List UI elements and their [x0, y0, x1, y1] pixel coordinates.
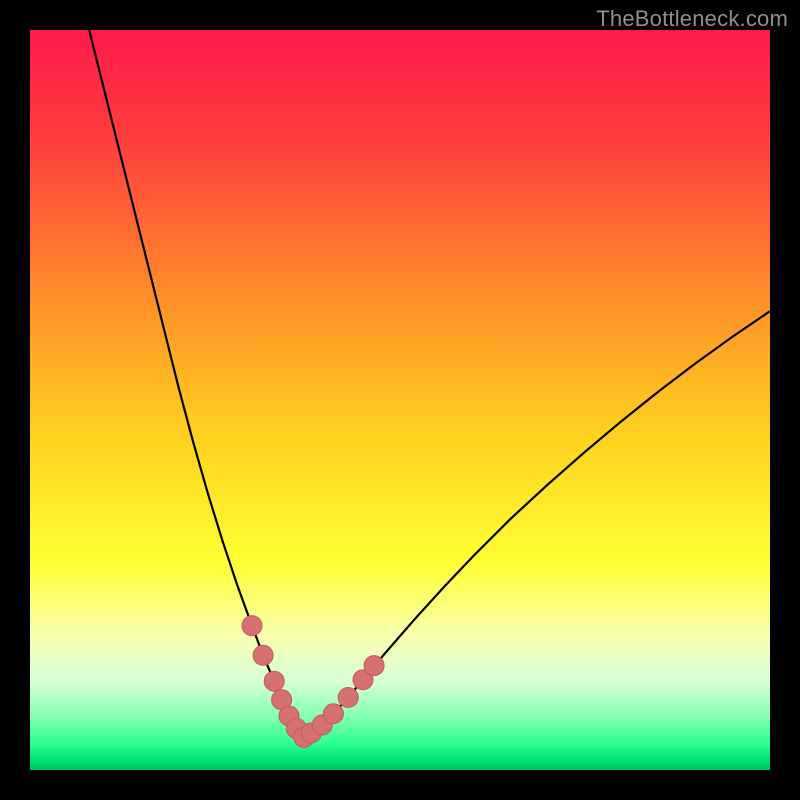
highlight-marker	[253, 645, 273, 665]
heat-background	[30, 30, 770, 770]
highlight-marker	[323, 704, 343, 724]
highlight-marker	[242, 616, 262, 636]
bottleneck-chart	[30, 30, 770, 770]
chart-frame: TheBottleneck.com	[0, 0, 800, 800]
highlight-marker	[264, 671, 284, 691]
watermark-text: TheBottleneck.com	[596, 6, 788, 32]
highlight-marker	[364, 656, 384, 676]
highlight-marker	[338, 687, 358, 707]
